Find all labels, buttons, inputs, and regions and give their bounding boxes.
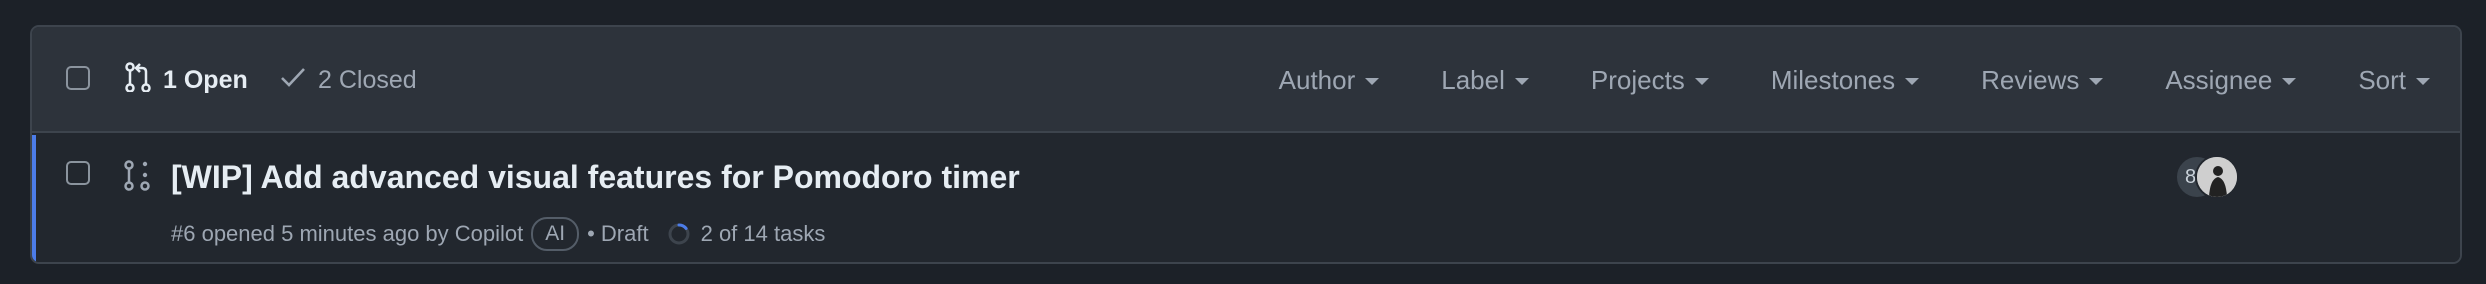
milestones-filter-label: Milestones (1770, 64, 1896, 95)
pull-request-icon (125, 61, 151, 99)
projects-filter-label: Projects (1590, 64, 1685, 95)
assignee-filter[interactable]: Assignee (2165, 64, 2297, 96)
pull-request-title-link[interactable]: [WIP] Add advanced visual features for P… (171, 159, 1020, 196)
sort-filter-label: Sort (2358, 64, 2406, 95)
milestones-filter[interactable]: Milestones (1770, 64, 1920, 96)
author-filter-label: Author (1278, 64, 1356, 95)
label-filter-label: Label (1441, 64, 1505, 95)
chevron-down-icon (1694, 78, 1709, 85)
chevron-down-icon (2416, 78, 2430, 85)
open-filter-tab[interactable]: 1 Open (125, 61, 248, 99)
task-progress-label: 2 of 14 tasks (700, 221, 826, 246)
closed-filter-tab[interactable]: 2 Closed (280, 64, 417, 96)
label-filter[interactable]: Label (1441, 65, 1529, 96)
ai-badge: AI (531, 217, 580, 251)
chevron-down-icon (1514, 78, 1529, 85)
chevron-down-icon (2282, 78, 2297, 85)
draft-status: • Draft (587, 221, 649, 246)
person-icon (2197, 157, 2237, 197)
sort-filter[interactable]: Sort (2358, 65, 2430, 96)
check-icon (280, 66, 306, 95)
task-progress[interactable]: 2 of 14 tasks (667, 221, 826, 247)
avatar[interactable] (2195, 155, 2239, 199)
draft-pull-request-icon (124, 160, 150, 197)
projects-filter[interactable]: Projects (1591, 65, 1709, 96)
assignee-avatars[interactable]: 8 (2175, 155, 2239, 199)
author-filter[interactable]: Author (1279, 65, 1380, 96)
pull-request-opened-text: #6 opened 5 minutes ago by Copilot (171, 221, 524, 246)
open-count-label: 1 Open (163, 65, 248, 94)
pull-request-meta: #6 opened 5 minutes ago by Copilot AI • … (171, 217, 825, 251)
reviews-filter-label: Reviews (1981, 64, 2080, 95)
chevron-down-icon (1365, 78, 1380, 85)
reviews-filter[interactable]: Reviews (1981, 64, 2104, 96)
unread-indicator (32, 135, 36, 262)
chevron-down-icon (2089, 78, 2104, 85)
chevron-down-icon (1905, 78, 1920, 85)
list-header: 1 Open 2 Closed Author Label Projects Mi… (32, 27, 2460, 133)
pull-request-list: 1 Open 2 Closed Author Label Projects Mi… (30, 25, 2462, 264)
row-checkbox[interactable] (66, 161, 90, 185)
list-item: [WIP] Add advanced visual features for P… (32, 135, 2460, 262)
closed-count-label: 2 Closed (318, 65, 417, 94)
progress-ring-icon (668, 223, 690, 245)
select-all-checkbox[interactable] (66, 66, 90, 90)
filter-bar: Author Label Projects Milestones Reviews… (1279, 64, 2460, 96)
assignee-filter-label: Assignee (2165, 64, 2273, 95)
